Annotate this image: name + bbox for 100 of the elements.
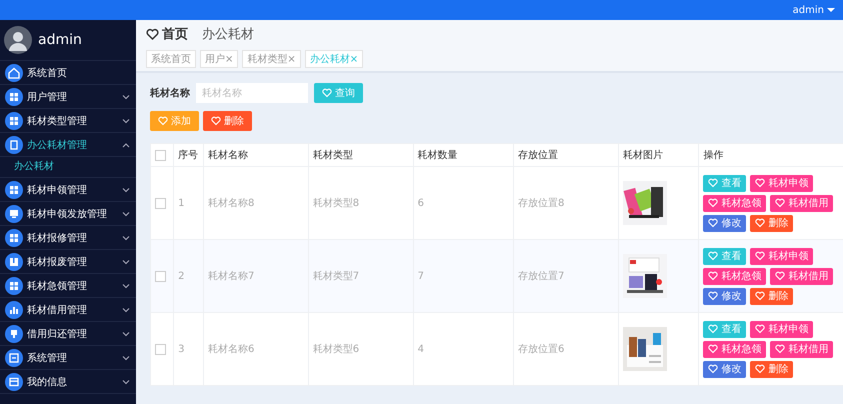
edit-button[interactable]: 修改 — [703, 288, 746, 304]
list-icon — [5, 348, 23, 366]
home-icon — [5, 64, 23, 82]
heart-icon — [755, 364, 766, 374]
column-header: 耗材图片 — [622, 150, 663, 161]
sidebar-item[interactable]: 我的信息 — [0, 370, 136, 394]
delete-button[interactable]: 删除 — [750, 214, 794, 232]
table-cell: 4 — [418, 344, 424, 354]
column-header: 耗材数量 — [418, 150, 458, 161]
heart-icon — [755, 178, 766, 188]
stamp-icon — [5, 324, 23, 342]
add-button[interactable]: 添加 — [150, 111, 199, 131]
sidebar-item[interactable]: 办公耗材管理 — [0, 133, 136, 157]
sidebar-item[interactable]: 系统首页 — [0, 61, 136, 85]
action-button[interactable]: 耗材借用 — [770, 268, 834, 284]
heart-icon — [146, 28, 159, 40]
view-button[interactable]: 查看 — [703, 320, 746, 338]
table-cell: 2 — [178, 270, 185, 282]
checkbox[interactable] — [155, 344, 166, 354]
table-cell: 耗材名称7 — [208, 271, 254, 282]
grid-icon — [5, 180, 23, 198]
view-button[interactable]: 查看 — [703, 248, 746, 264]
checkbox[interactable] — [155, 150, 166, 160]
column-header: 耗材名称 — [208, 150, 248, 161]
field-label: 耗材名称 — [150, 86, 190, 100]
heart-icon — [708, 251, 718, 261]
delete-button[interactable]: 删除 — [203, 111, 252, 131]
view-button[interactable]: 查看 — [703, 174, 746, 192]
sidebar-item[interactable]: 耗材申领管理 — [0, 178, 136, 202]
breadcrumb-link[interactable]: 首页 — [146, 25, 188, 43]
action-button[interactable]: 耗材申领 — [750, 174, 814, 192]
action-button[interactable]: 耗材急领 — [703, 194, 766, 212]
search-button[interactable]: 查询 — [314, 83, 363, 103]
column-header: 存放位置 — [518, 150, 558, 161]
table-cell: 6 — [418, 198, 424, 208]
user-menu[interactable]: admin — [792, 4, 835, 16]
avatar-icon — [4, 26, 32, 54]
action-button[interactable]: 耗材借用 — [770, 194, 834, 212]
column-header: 操作 — [703, 150, 724, 161]
bar-chart-icon — [5, 300, 23, 318]
sidebar-item[interactable]: 用户管理 — [0, 85, 136, 109]
book-icon — [5, 252, 23, 270]
heart-icon — [708, 344, 718, 354]
table-cell: 存放位置6 — [518, 344, 564, 355]
heart-icon — [708, 364, 718, 374]
sidebar-item[interactable]: 耗材报修管理 — [0, 226, 136, 250]
heart-icon — [708, 198, 718, 208]
table-cell: 耗材名称8 — [208, 198, 254, 209]
grid-icon — [5, 112, 23, 130]
action-button[interactable]: 耗材申领 — [750, 248, 814, 264]
column-header: 耗材类型 — [312, 150, 353, 161]
heart-icon — [708, 178, 718, 188]
table-cell: 7 — [418, 270, 424, 282]
page-tab[interactable]: 办公耗材× — [304, 50, 364, 68]
sidebar-item[interactable]: 耗材申领发放管理 — [0, 202, 136, 226]
page-tab[interactable]: 系统首页 — [146, 50, 196, 68]
action-button[interactable]: 耗材借用 — [770, 340, 834, 358]
monitor-icon — [5, 204, 23, 222]
edit-button[interactable]: 修改 — [703, 214, 746, 232]
table-cell: 耗材类型8 — [312, 198, 360, 209]
action-button[interactable]: 耗材急领 — [703, 340, 766, 358]
action-button[interactable]: 耗材申领 — [750, 320, 814, 338]
grid-icon — [5, 88, 23, 106]
sidebar-item[interactable]: 耗材报废管理 — [0, 250, 136, 274]
action-button[interactable]: 耗材急领 — [703, 268, 766, 284]
heart-icon — [158, 116, 168, 126]
user-name: admin — [38, 32, 82, 48]
edit-button[interactable]: 修改 — [703, 360, 746, 378]
heart-icon — [775, 271, 786, 281]
heart-icon — [211, 116, 221, 126]
caret-icon — [827, 7, 835, 13]
delete-button[interactable]: 删除 — [750, 360, 794, 378]
sidebar-item[interactable]: 借用归还管理 — [0, 322, 136, 346]
table-cell: 3 — [178, 344, 185, 354]
sidebar-item[interactable]: 系统管理 — [0, 346, 136, 370]
grid-icon — [5, 276, 23, 294]
breadcrumb-current: 办公耗材 — [202, 26, 254, 43]
heart-icon — [775, 198, 786, 208]
page-tab[interactable]: 用户× — [200, 50, 238, 68]
delete-button[interactable]: 删除 — [750, 288, 794, 304]
heart-icon — [708, 271, 718, 281]
checkbox[interactable] — [155, 270, 166, 282]
column-header: 序号 — [178, 150, 198, 161]
sidebar-item[interactable]: 耗材急领管理 — [0, 274, 136, 298]
heart-icon — [708, 218, 718, 228]
page-tab[interactable]: 耗材类型× — [242, 50, 301, 68]
search-field[interactable]: 耗材名称 — [196, 83, 308, 103]
checkbox[interactable] — [155, 198, 166, 208]
table-cell: 耗材名称6 — [208, 344, 254, 355]
grid-icon — [5, 228, 23, 246]
heart-icon — [322, 88, 332, 98]
document-icon — [5, 136, 23, 154]
heart-icon — [755, 291, 766, 301]
heart-icon — [708, 324, 718, 334]
heart-icon — [775, 344, 786, 354]
sidebar-item[interactable]: 耗材借用管理 — [0, 298, 136, 322]
sidebar-item[interactable]: 耗材类型管理 — [0, 109, 136, 133]
table-cell: 耗材类型7 — [312, 271, 360, 282]
window-icon — [5, 372, 23, 390]
heart-icon — [755, 324, 766, 334]
